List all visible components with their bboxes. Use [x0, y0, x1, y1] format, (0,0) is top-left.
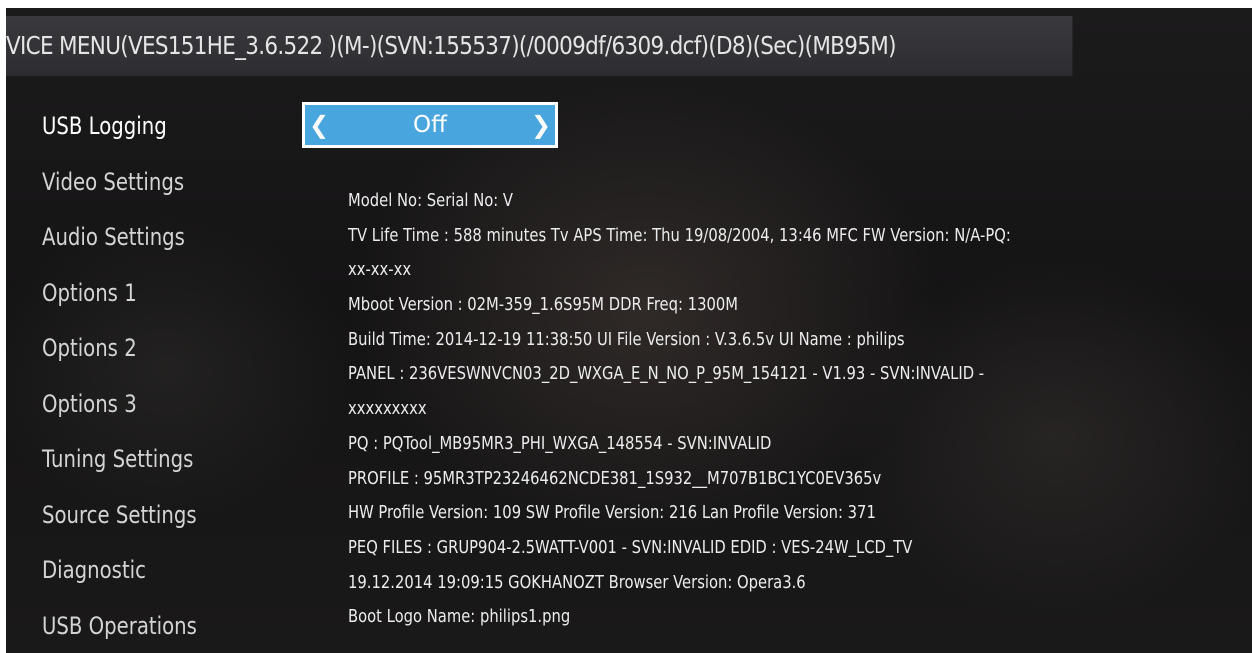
info-line-panel-cont: xxxxxxxxx — [348, 398, 427, 420]
service-menu-list: USB Logging Video Settings Audio Setting… — [42, 100, 302, 653]
service-menu-title: VICE MENU(VES151HE_3.6.522 )(M-)(SVN:155… — [6, 16, 1073, 76]
chevron-right-icon[interactable]: ❯ — [529, 110, 553, 140]
menu-item-options-2[interactable]: Options 2 — [42, 322, 255, 378]
info-line-pq: PQ : PQTool_MB95MR3_PHI_WXGA_148554 - SV… — [348, 432, 772, 454]
info-line-build-time: Build Time: 2014-12-19 11:38:50 UI File … — [348, 328, 905, 350]
info-line-hw-profile: HW Profile Version: 109 SW Profile Versi… — [348, 502, 876, 524]
info-line-model: Model No: Serial No: V — [348, 190, 514, 211]
usb-logging-selector[interactable]: ❮ Off ❯ — [302, 102, 558, 148]
menu-item-options-1[interactable]: Options 1 — [42, 267, 255, 323]
tv-screen: VICE MENU(VES151HE_3.6.522 )(M-)(SVN:155… — [6, 8, 1252, 653]
chevron-left-icon[interactable]: ❮ — [307, 110, 331, 140]
usb-logging-value: Off — [413, 112, 447, 138]
menu-item-video-settings[interactable]: Video Settings — [42, 156, 255, 212]
menu-item-usb-operations[interactable]: USB Operations — [42, 600, 255, 653]
info-line-pq-version: xx-xx-xx — [348, 259, 412, 281]
info-line-life-time: TV Life Time : 588 minutes Tv APS Time: … — [348, 224, 1011, 246]
menu-item-options-3[interactable]: Options 3 — [42, 378, 255, 434]
menu-item-audio-settings[interactable]: Audio Settings — [42, 211, 255, 267]
info-line-mboot: Mboot Version : 02M-359_1.6S95M DDR Freq… — [348, 294, 738, 316]
info-line-profile: PROFILE : 95MR3TP23246462NCDE381_1S932__… — [348, 467, 882, 489]
system-info-panel: Model No: Serial No: V TV Life Time : 58… — [348, 184, 1201, 635]
menu-item-tuning-settings[interactable]: Tuning Settings — [42, 433, 255, 489]
info-line-boot-logo: Boot Logo Name: philips1.png — [348, 606, 571, 628]
menu-item-source-settings[interactable]: Source Settings — [42, 489, 255, 545]
info-line-panel: PANEL : 236VESWNVCN03_2D_WXGA_E_N_NO_P_9… — [348, 363, 985, 385]
info-line-peq-files: PEQ FILES : GRUP904-2.5WATT-V001 - SVN:I… — [348, 536, 913, 558]
menu-item-usb-logging[interactable]: USB Logging — [42, 100, 255, 156]
info-line-browser: 19.12.2014 19:09:15 GOKHANOZT Browser Ve… — [348, 571, 806, 593]
menu-item-diagnostic[interactable]: Diagnostic — [42, 544, 255, 600]
